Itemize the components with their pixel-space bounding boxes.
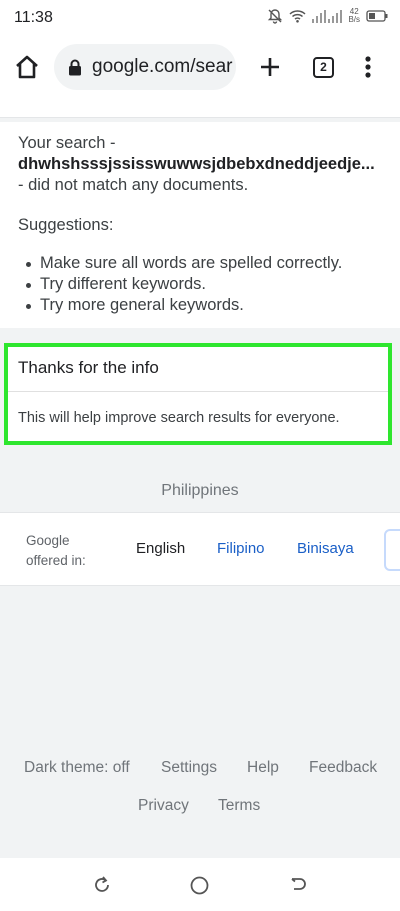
language-bar: Google offered in: English Filipino Binis…	[0, 512, 400, 586]
feedback-card: Thanks for the info This will help impro…	[4, 343, 392, 445]
battery-icon	[366, 10, 388, 22]
suggestions-list: Make sure all words are spelled correctl…	[24, 254, 342, 317]
plus-icon	[261, 58, 279, 76]
mute-bell-icon	[267, 8, 283, 24]
feedback-title: Thanks for the info	[18, 358, 159, 377]
more-menu-button[interactable]	[360, 55, 376, 79]
status-time: 11:38	[14, 9, 53, 26]
help-link[interactable]: Help	[247, 759, 279, 777]
system-nav-bar	[0, 858, 400, 911]
language-binisaya[interactable]: Binisaya	[297, 540, 354, 557]
previous-card-edge	[0, 98, 400, 118]
offered-in-label: Google offered in:	[26, 533, 86, 568]
signal-icon	[312, 9, 343, 23]
new-tab-button[interactable]	[258, 55, 282, 79]
network-speed: 42 B/s	[348, 7, 360, 24]
home-icon	[16, 55, 38, 79]
suggestions-heading: Suggestions:	[18, 216, 114, 234]
url-text: google.com/sear	[92, 56, 233, 77]
recents-icon[interactable]	[92, 875, 112, 895]
feedback-divider	[8, 391, 388, 392]
back-icon[interactable]	[288, 875, 308, 895]
status-icons: 42 B/s	[267, 8, 388, 24]
more-vert-icon	[365, 56, 371, 78]
location-text: Philippines	[161, 482, 239, 499]
settings-link[interactable]: Settings	[161, 759, 217, 777]
lock-icon	[69, 59, 81, 76]
wifi-icon	[289, 9, 306, 23]
no-match-text: - did not match any documents.	[18, 176, 249, 194]
more-languages-button[interactable]	[384, 529, 400, 571]
home-circle-icon[interactable]	[189, 875, 210, 896]
home-button[interactable]	[14, 54, 40, 80]
suggestion-item: Try more general keywords.	[24, 296, 342, 317]
search-label: Your search -	[18, 134, 116, 152]
tab-switcher-button[interactable]: 2	[313, 57, 334, 78]
feedback-link[interactable]: Feedback	[309, 759, 377, 777]
no-results-card: Your search - dhwhshsssjssisswuwwsjdbebx…	[0, 122, 400, 328]
dark-theme-link[interactable]: Dark theme: off	[24, 759, 130, 777]
language-english: English	[136, 540, 186, 557]
feedback-body: This will help improve search results fo…	[18, 410, 340, 426]
privacy-link[interactable]: Privacy	[138, 797, 189, 815]
suggestion-item: Make sure all words are spelled correctl…	[24, 254, 342, 275]
search-query: dhwhshsssjssisswuwwsjdbebxdneddjeedje...	[18, 155, 375, 173]
language-filipino[interactable]: Filipino	[217, 540, 265, 557]
browser-toolbar: google.com/sear 2	[0, 36, 400, 98]
address-bar[interactable]: google.com/sear	[54, 44, 236, 90]
status-bar: 11:38 42 B/s	[0, 0, 400, 36]
terms-link[interactable]: Terms	[218, 797, 260, 815]
suggestion-item: Try different keywords.	[24, 275, 342, 296]
